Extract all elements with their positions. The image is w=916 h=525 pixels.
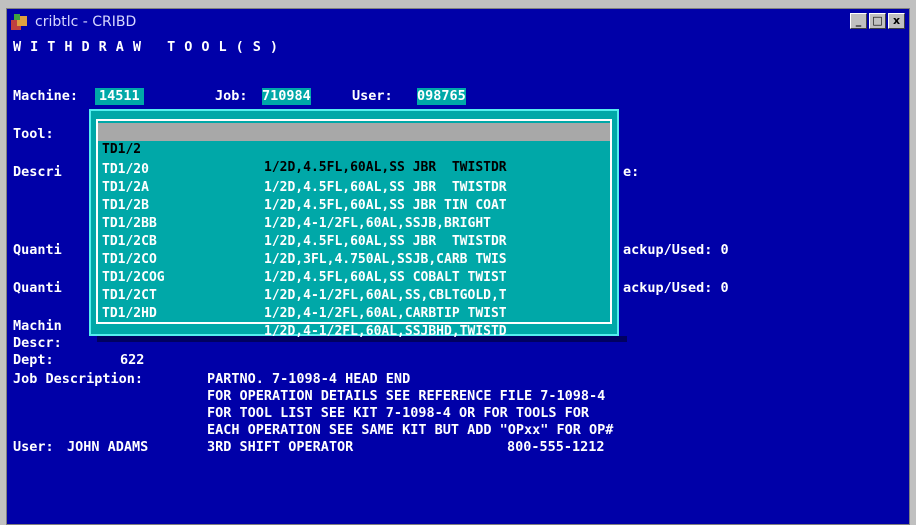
tool-list-item[interactable]: TD1/2CB 1/2D,3FL,4.750AL,SSJB,CARB TWIS: [98, 215, 610, 267]
title-bar[interactable]: cribtlc - CRIBD _ □ x: [7, 9, 909, 34]
job-description-line: PARTNO. 7-1098-4 HEAD END: [207, 371, 411, 387]
tool-list-item[interactable]: TD1/2A 1/2D,4.5FL,60AL,SS JBR TIN COAT: [98, 161, 610, 213]
job-field[interactable]: 710984: [262, 88, 311, 105]
descr-label: Descr:: [13, 335, 62, 351]
tool-list-item[interactable]: TD1/2COG 1/2D,4-1/2FL,60AL,SS,CBLTGOLD,T: [98, 251, 610, 303]
maximize-button[interactable]: □: [869, 13, 886, 29]
tool-description: 1/2D,4-1/2FL,60AL,CARBTIP TWIST: [264, 306, 507, 321]
dept-label: Dept:: [13, 352, 54, 368]
job-description-line: FOR TOOL LIST SEE KIT 7-1098-4 OR FOR TO…: [207, 405, 590, 421]
user-line-name: JOHN ADAMS: [67, 439, 149, 455]
app-icon[interactable]: [11, 13, 29, 30]
description-label-suffix: e:: [623, 164, 640, 180]
tool-list-item[interactable]: TD1/2CO 1/2D,4.5FL,60AL,SS COBALT TWIST: [98, 233, 610, 285]
tool-list-item[interactable]: TD1/2CT 1/2D,4-1/2FL,60AL,CARBTIP TWIST: [98, 269, 610, 321]
machine-label: Machine:: [13, 88, 79, 104]
user-line-role: 3RD SHIFT OPERATOR: [207, 439, 354, 455]
tool-description: 1/2D,4-1/2FL,60AL,SSJBHD,TWISTD: [264, 324, 507, 339]
tool-list: TD1/2 1/2D,4.5FL,60AL,SS JBR TWISTDR TD1…: [96, 119, 612, 339]
machine-description-label: Machin: [13, 318, 62, 334]
user-label: User:: [352, 88, 393, 104]
tool-code: TD1/2HD: [102, 306, 157, 321]
tool-label: Tool:: [13, 126, 54, 142]
minimize-button[interactable]: _: [850, 13, 867, 29]
screen-heading: WITHDRAW TOOL(S): [13, 39, 288, 55]
window-title: cribtlc - CRIBD: [35, 13, 137, 30]
job-description-line: EACH OPERATION SEE SAME KIT BUT ADD "OPx…: [207, 422, 614, 438]
description-label: Descri: [13, 164, 62, 180]
tool-list-item-selected[interactable]: TD1/2 1/2D,4.5FL,60AL,SS JBR TWISTDR: [98, 123, 610, 175]
backup-used-2: ackup/Used: 0: [623, 280, 729, 296]
user-line-label: User:: [13, 439, 54, 455]
quantity-label-2: Quanti: [13, 280, 62, 296]
tool-lookup-popup: TD1/2 1/2D,4.5FL,60AL,SS JBR TWISTDR TD1…: [89, 109, 619, 339]
app-window: cribtlc - CRIBD _ □ x WITHDRAW TOOL(S) M…: [6, 8, 910, 525]
tool-list-item[interactable]: TD1/2B 1/2D,4-1/2FL,60AL,SSJB,BRIGHT: [98, 179, 610, 231]
tool-list-item[interactable]: TD1/20 1/2D,4.5FL,60AL,SS JBR TWISTDR: [98, 143, 610, 195]
tool-list-item[interactable]: TD1/2BB 1/2D,4.5FL,60AL,SS JBR TWISTDR: [98, 197, 610, 249]
job-label: Job:: [215, 88, 248, 104]
job-description-line: FOR OPERATION DETAILS SEE REFERENCE FILE…: [207, 388, 606, 404]
user-field[interactable]: 098765: [417, 88, 466, 105]
quantity-label-1: Quanti: [13, 242, 62, 258]
backup-used-1: ackup/Used: 0: [623, 242, 729, 258]
machine-field[interactable]: 14511: [95, 88, 144, 105]
user-line-phone: 800-555-1212: [507, 439, 605, 455]
tool-list-item[interactable]: TD1/2HD 1/2D,4-1/2FL,60AL,SSJBHD,TWISTD: [98, 287, 610, 339]
job-description-label: Job Description:: [13, 371, 144, 387]
close-button[interactable]: x: [888, 13, 905, 29]
